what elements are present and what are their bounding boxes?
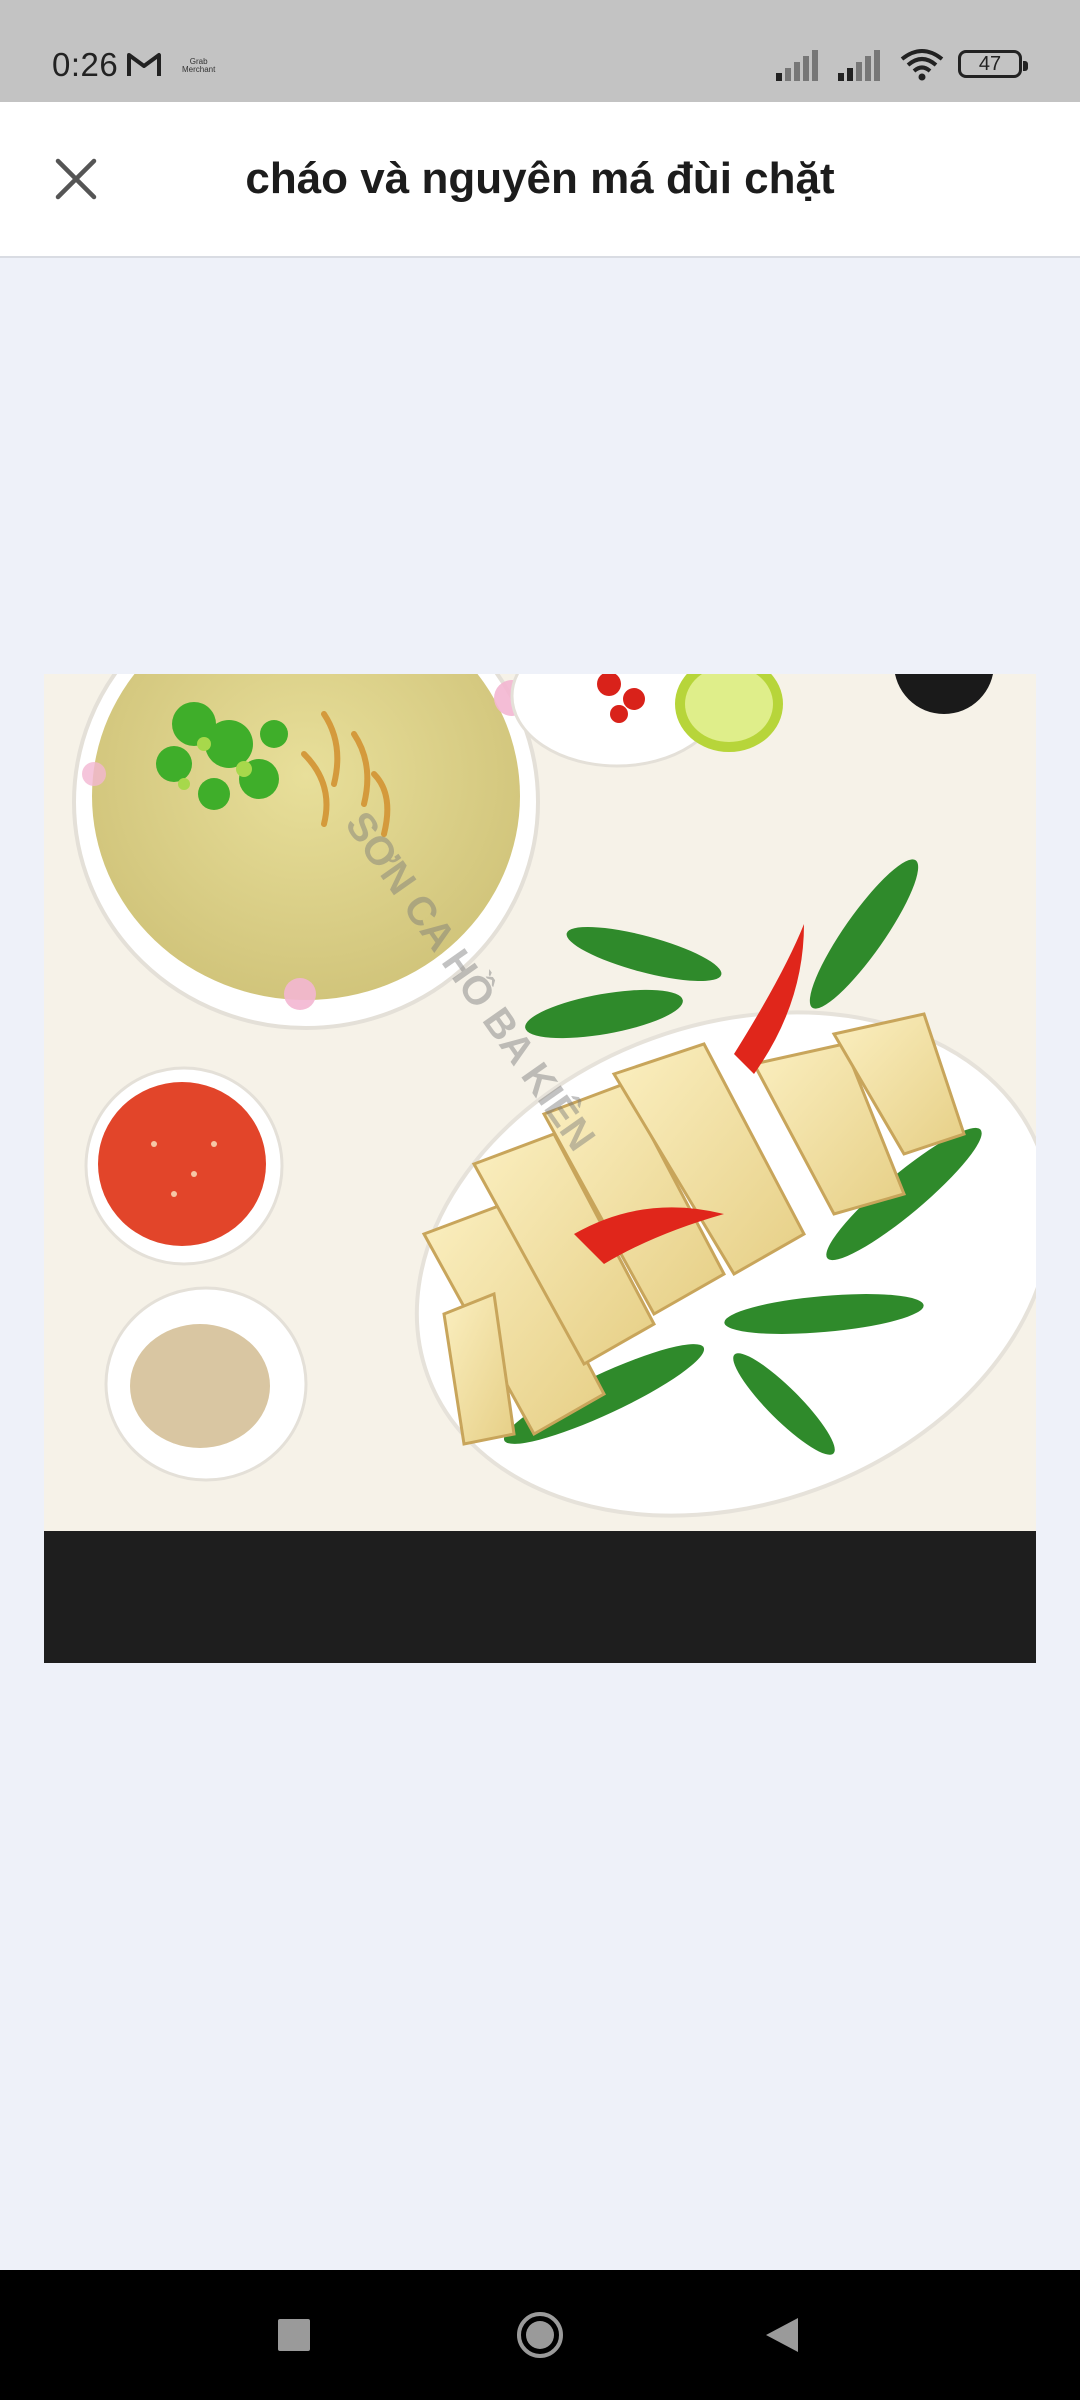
home-icon bbox=[517, 2312, 563, 2358]
home-button[interactable] bbox=[480, 2270, 600, 2400]
status-time: 0:26 bbox=[52, 46, 119, 83]
status-bar: 0:26 Grab Merchant 47 bbox=[0, 0, 1080, 102]
gmail-icon bbox=[126, 50, 162, 78]
photo-caption-bar bbox=[44, 1531, 1036, 1663]
battery-level: 47 bbox=[978, 52, 1002, 75]
grab-merchant-icon: Grab Merchant bbox=[182, 58, 215, 74]
back-icon bbox=[766, 2318, 798, 2352]
image-viewer[interactable]: SƠN CA HỒ BA KIÊN bbox=[0, 258, 1080, 2270]
grab-label-line2: Merchant bbox=[182, 65, 216, 74]
close-icon bbox=[55, 158, 97, 200]
battery-icon: 47 bbox=[958, 50, 1028, 78]
dish-photo[interactable]: SƠN CA HỒ BA KIÊN bbox=[44, 674, 1036, 1531]
header: cháo và nguyên má đùi chặt bbox=[0, 102, 1080, 258]
nav-bar bbox=[0, 2270, 1080, 2400]
recents-icon bbox=[278, 2319, 310, 2351]
wifi-icon bbox=[900, 47, 944, 81]
close-button[interactable] bbox=[46, 149, 106, 209]
signal-icon-2 bbox=[838, 47, 886, 81]
back-button[interactable] bbox=[722, 2270, 842, 2400]
recents-button[interactable] bbox=[234, 2270, 354, 2400]
signal-icon bbox=[776, 47, 824, 81]
page-title: cháo và nguyên má đùi chặt bbox=[245, 154, 835, 203]
